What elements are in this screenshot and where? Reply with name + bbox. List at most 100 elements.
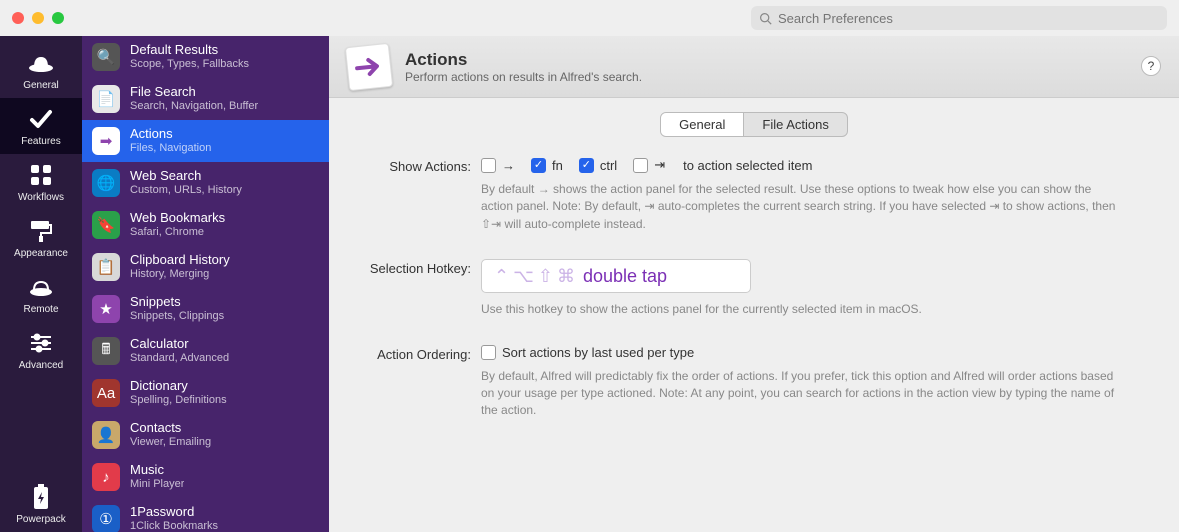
- feature-icon: ➡: [92, 127, 120, 155]
- option-icon: ⌥: [513, 266, 534, 287]
- primary-sidebar: General Features Workflows Appearance Re…: [0, 36, 82, 532]
- nav-general[interactable]: General: [0, 42, 82, 98]
- show-actions-arrow-checkbox[interactable]: [481, 158, 496, 173]
- feature-title: Default Results: [130, 43, 249, 58]
- feature-item-calculator[interactable]: 🖩 CalculatorStandard, Advanced: [82, 330, 329, 372]
- hotkey-text: double tap: [583, 266, 667, 287]
- tabs: General File Actions: [347, 112, 1161, 137]
- minimize-icon[interactable]: [32, 12, 44, 24]
- feature-subtitle: Snippets, Clippings: [130, 310, 224, 323]
- feature-icon: 🔖: [92, 211, 120, 239]
- features-sidebar: 🔍 Default ResultsScope, Types, Fallbacks 📄…: [82, 36, 329, 532]
- feature-icon: 📄: [92, 85, 120, 113]
- shift-icon: ⇧: [538, 266, 553, 287]
- feature-subtitle: Custom, URLs, History: [130, 184, 242, 197]
- nav-label: Features: [21, 136, 60, 147]
- feature-subtitle: History, Merging: [130, 268, 230, 281]
- feature-icon: 🖩: [92, 337, 120, 365]
- feature-item-dictionary[interactable]: Aa DictionarySpelling, Definitions: [82, 372, 329, 414]
- content-pane: Actions Perform actions on results in Al…: [329, 36, 1179, 532]
- show-actions-ctrl-checkbox[interactable]: [579, 158, 594, 173]
- feature-subtitle: Standard, Advanced: [130, 352, 229, 365]
- search-preferences[interactable]: [751, 6, 1167, 30]
- page-subtitle: Perform actions on results in Alfred's s…: [405, 70, 642, 84]
- feature-title: 1Password: [130, 505, 218, 520]
- nav-workflows[interactable]: Workflows: [0, 154, 82, 210]
- tab-general[interactable]: General: [661, 113, 743, 136]
- show-actions-label: Show Actions:: [347, 157, 481, 174]
- nav-label: Powerpack: [16, 514, 65, 525]
- nav-label: General: [23, 80, 59, 91]
- hotkey-desc: Use this hotkey to show the actions pane…: [481, 301, 1121, 318]
- nav-powerpack[interactable]: Powerpack: [0, 476, 82, 532]
- feature-title: Web Bookmarks: [130, 211, 225, 226]
- nav-appearance[interactable]: Appearance: [0, 210, 82, 266]
- close-icon[interactable]: [12, 12, 24, 24]
- help-button[interactable]: ?: [1141, 56, 1161, 76]
- feature-item-1password[interactable]: ① 1Password1Click Bookmarks: [82, 498, 329, 532]
- feature-item-clipboard-history[interactable]: 📋 Clipboard HistoryHistory, Merging: [82, 246, 329, 288]
- feature-title: Dictionary: [130, 379, 227, 394]
- feature-title: Web Search: [130, 169, 242, 184]
- nav-label: Remote: [23, 304, 58, 315]
- ordering-checkbox[interactable]: [481, 345, 496, 360]
- feature-title: Music: [130, 463, 184, 478]
- search-icon: [759, 12, 772, 25]
- feature-title: Snippets: [130, 295, 224, 310]
- nav-remote[interactable]: Remote: [0, 266, 82, 322]
- titlebar: [0, 0, 1179, 36]
- selection-hotkey-field[interactable]: ⌃ ⌥ ⇧ ⌘ double tap: [481, 259, 751, 293]
- feature-subtitle: Spelling, Definitions: [130, 394, 227, 407]
- feature-title: File Search: [130, 85, 258, 100]
- feature-item-default-results[interactable]: 🔍 Default ResultsScope, Types, Fallbacks: [82, 36, 329, 78]
- feature-icon: ★: [92, 295, 120, 323]
- feature-item-actions[interactable]: ➡ ActionsFiles, Navigation: [82, 120, 329, 162]
- show-actions-fn-checkbox[interactable]: [531, 158, 546, 173]
- feature-icon: Aa: [92, 379, 120, 407]
- grid-icon: [27, 161, 55, 189]
- sliders-icon: [27, 329, 55, 357]
- hat-icon: [27, 49, 55, 77]
- check-icon: [27, 105, 55, 133]
- feature-icon: ♪: [92, 463, 120, 491]
- feature-item-web-bookmarks[interactable]: 🔖Web BookmarksSafari, Chrome: [82, 204, 329, 246]
- feature-subtitle: Files, Navigation: [130, 142, 211, 155]
- feature-icon: 👤: [92, 421, 120, 449]
- feature-subtitle: Scope, Types, Fallbacks: [130, 58, 249, 71]
- zoom-icon[interactable]: [52, 12, 64, 24]
- nav-features[interactable]: Features: [0, 98, 82, 154]
- feature-item-music[interactable]: ♪ MusicMini Player: [82, 456, 329, 498]
- nav-label: Advanced: [19, 360, 63, 371]
- nav-label: Appearance: [14, 248, 68, 259]
- fn-label: fn: [552, 158, 563, 173]
- feature-item-contacts[interactable]: 👤 ContactsViewer, Emailing: [82, 414, 329, 456]
- feature-title: Actions: [130, 127, 211, 142]
- feature-subtitle: Viewer, Emailing: [130, 436, 211, 449]
- feature-icon: ①: [92, 505, 120, 532]
- command-icon: ⌘: [557, 266, 575, 287]
- show-actions-tab-checkbox[interactable]: [633, 158, 648, 173]
- nav-advanced[interactable]: Advanced: [0, 322, 82, 378]
- feature-subtitle: 1Click Bookmarks: [130, 520, 218, 532]
- show-actions-tail: to action selected item: [683, 158, 812, 173]
- hotkey-label: Selection Hotkey:: [347, 259, 481, 276]
- feature-item-web-search[interactable]: 🌐Web SearchCustom, URLs, History: [82, 162, 329, 204]
- show-actions-desc: By default → shows the action panel for …: [481, 181, 1121, 233]
- tab-file-actions[interactable]: File Actions: [743, 113, 846, 136]
- feature-title: Contacts: [130, 421, 211, 436]
- feature-title: Clipboard History: [130, 253, 230, 268]
- feature-icon: 📋: [92, 253, 120, 281]
- actions-header-icon: [345, 42, 393, 90]
- search-input[interactable]: [778, 11, 1159, 26]
- content-header: Actions Perform actions on results in Al…: [329, 36, 1179, 98]
- paint-roller-icon: [27, 217, 55, 245]
- feature-icon: 🔍: [92, 43, 120, 71]
- feature-item-snippets[interactable]: ★ SnippetsSnippets, Clippings: [82, 288, 329, 330]
- feature-subtitle: Mini Player: [130, 478, 184, 491]
- feature-title: Calculator: [130, 337, 229, 352]
- ordering-desc: By default, Alfred will predictably fix …: [481, 368, 1121, 420]
- ctrl-label: ctrl: [600, 158, 617, 173]
- ordering-checkbox-label: Sort actions by last used per type: [502, 345, 694, 360]
- feature-subtitle: Search, Navigation, Buffer: [130, 100, 258, 113]
- feature-item-file-search[interactable]: 📄 File SearchSearch, Navigation, Buffer: [82, 78, 329, 120]
